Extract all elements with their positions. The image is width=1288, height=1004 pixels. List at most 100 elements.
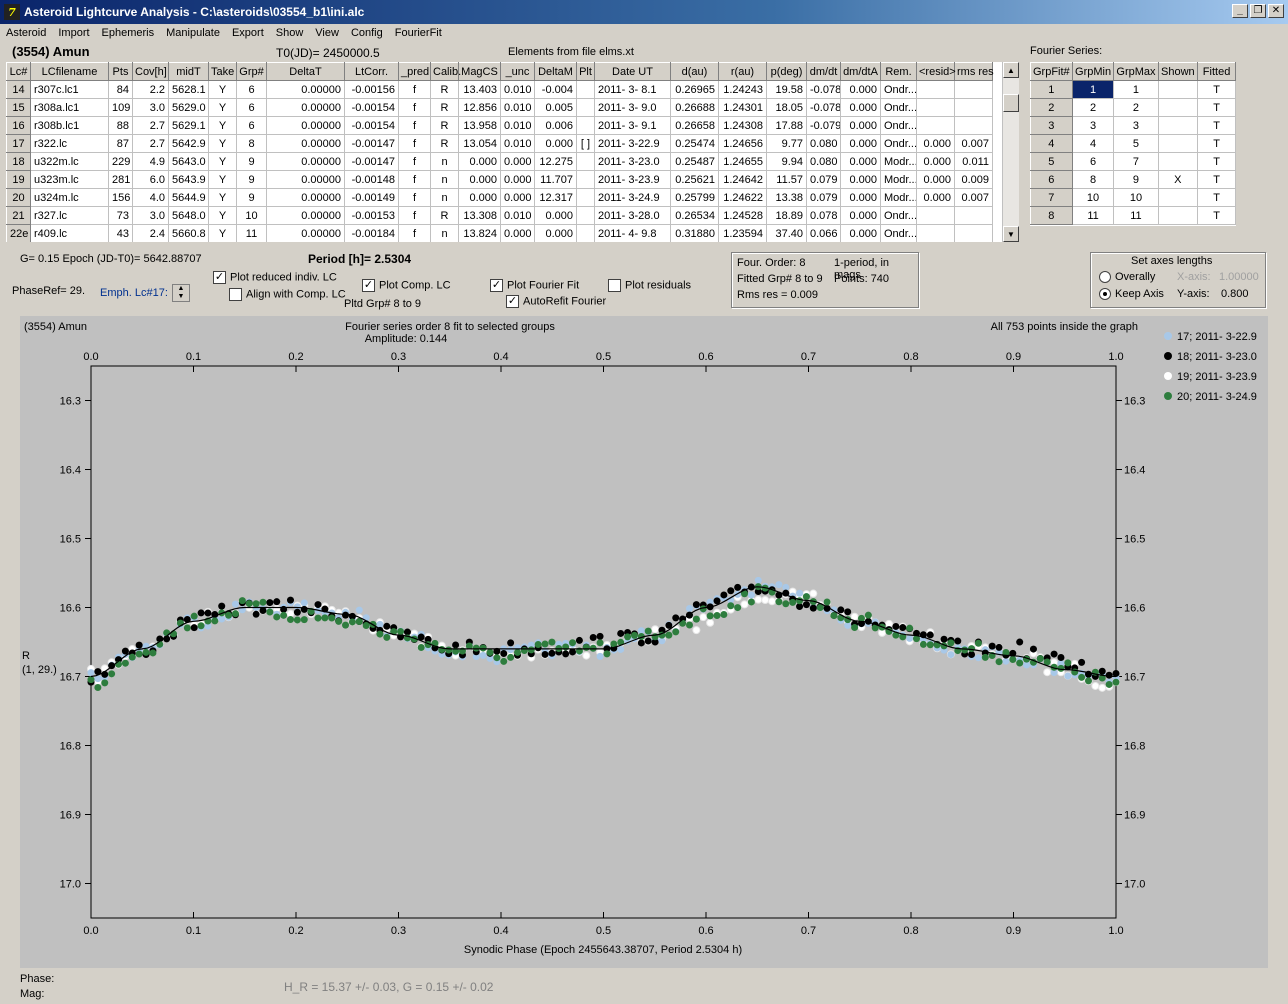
plot-residuals-checkbox[interactable]: Plot residuals — [608, 279, 691, 292]
lc-cell[interactable]: 5643.9 — [168, 170, 209, 189]
lc-col-header[interactable]: p(deg) — [766, 62, 807, 81]
lc-cell[interactable]: -0.00154 — [344, 116, 399, 135]
lc-cell[interactable]: 1.24622 — [718, 188, 767, 207]
lc-col-header[interactable]: Pts — [108, 62, 133, 81]
plot-fourier-checkbox[interactable]: ✓ Plot Fourier Fit — [490, 279, 579, 292]
lc-cell[interactable]: 5660.8 — [168, 224, 209, 242]
fourier-cell[interactable]: X — [1157, 170, 1199, 189]
restore-button[interactable]: ❐ — [1250, 4, 1266, 18]
lc-cell[interactable]: f — [398, 224, 431, 242]
fourier-col-header[interactable]: GrpMax — [1113, 62, 1159, 81]
fourier-col-header[interactable]: Fitted — [1197, 62, 1236, 81]
lc-cell[interactable]: n — [430, 170, 459, 189]
lc-cell[interactable]: 0.000 — [916, 134, 955, 153]
lc-cell[interactable]: 0.010 — [500, 206, 535, 225]
lc-cell[interactable]: 0.000 — [840, 188, 881, 207]
lc-cell[interactable]: 0.25621 — [670, 170, 719, 189]
lc-cell[interactable] — [916, 116, 955, 135]
lc-cell[interactable] — [576, 224, 595, 242]
fourier-row-header[interactable]: 6 — [1030, 170, 1073, 189]
y-axis-value[interactable]: 0.800 — [1221, 288, 1249, 300]
lc-cell[interactable]: Modr... — [880, 170, 917, 189]
lc-cell[interactable]: 2.2 — [132, 80, 169, 99]
lc-cell[interactable]: 0.25799 — [670, 188, 719, 207]
lc-cell[interactable]: 109 — [108, 98, 133, 117]
lc-cell[interactable]: f — [398, 188, 431, 207]
plot-panel[interactable]: (3554) Amun Fourier series order 8 fit t… — [20, 316, 1268, 968]
fourier-table-row[interactable]: 8 11 11 T — [1030, 206, 1236, 225]
lc-cell[interactable]: 0.006 — [534, 116, 577, 135]
lc-cell[interactable]: Y — [208, 224, 237, 242]
fourier-table-row[interactable]: 567 T — [1030, 152, 1236, 171]
lc-cell[interactable]: Y — [208, 116, 237, 135]
lc-cell[interactable]: 19.58 — [766, 80, 807, 99]
lc-cell[interactable]: 4.9 — [132, 152, 169, 171]
lc-cell[interactable]: 2011- 3- 8.1 — [594, 80, 671, 99]
lc-cell[interactable]: r307c.lc1 — [30, 80, 109, 99]
lc-cell[interactable]: 6 — [236, 80, 267, 99]
lc-cell[interactable]: 0.000 — [840, 206, 881, 225]
menu-export[interactable]: Export — [226, 27, 270, 39]
lc-cell[interactable] — [954, 116, 993, 135]
lc-cell[interactable]: 13.958 — [458, 116, 501, 135]
lc-col-header[interactable]: dm/dtA — [840, 62, 881, 81]
lc-cell[interactable] — [916, 206, 955, 225]
plot-reduced-checkbox[interactable]: ✓ Plot reduced indiv. LC — [213, 271, 337, 284]
lc-cell[interactable]: f — [398, 116, 431, 135]
lc-cell[interactable]: 0.000 — [840, 134, 881, 153]
lc-cell[interactable]: 73 — [108, 206, 133, 225]
lc-cell[interactable]: 88 — [108, 116, 133, 135]
lc-cell[interactable]: 0.000 — [500, 224, 535, 242]
menu-config[interactable]: Config — [345, 27, 389, 39]
lc-cell[interactable]: Y — [208, 134, 237, 153]
lc-cell[interactable]: 0.000 — [458, 152, 501, 171]
lc-cell[interactable]: 2011- 3-22.9 — [594, 134, 671, 153]
lc-cell[interactable]: -0.078 — [806, 80, 841, 99]
lc-cell[interactable]: 0.078 — [806, 206, 841, 225]
lc-table-row[interactable]: 19 u323m.lc 281 6.0 5643.9 Y 9 0.00000 -0.00148 f… — [6, 170, 993, 189]
fourier-cell[interactable]: T — [1197, 116, 1236, 135]
fourier-cell[interactable]: 2 — [1113, 98, 1159, 117]
lc-row-header[interactable]: 19 — [6, 170, 31, 189]
fourier-table-row[interactable]: 445T — [1030, 134, 1236, 153]
lc-cell[interactable]: 10 — [236, 206, 267, 225]
scroll-up-icon[interactable]: ▲ — [1003, 62, 1019, 78]
lc-cell[interactable]: 0.26965 — [670, 80, 719, 99]
lc-cell[interactable]: 0.000 — [840, 152, 881, 171]
lc-cell[interactable]: Ondr... — [880, 116, 917, 135]
lc-cell[interactable]: 0.26688 — [670, 98, 719, 117]
lc-cell[interactable]: 0.079 — [806, 170, 841, 189]
lc-cell[interactable]: 18.05 — [766, 98, 807, 117]
fourier-cell[interactable]: 10 — [1113, 188, 1159, 207]
lc-cell[interactable]: f — [398, 206, 431, 225]
lc-cell[interactable]: 0.00000 — [266, 188, 345, 207]
lc-cell[interactable]: Modr... — [880, 188, 917, 207]
lc-col-header[interactable]: Calib. — [430, 62, 461, 81]
lc-cell[interactable] — [576, 188, 595, 207]
lc-cell[interactable]: -0.078 — [806, 98, 841, 117]
fourier-cell[interactable]: T — [1197, 206, 1236, 225]
lc-cell[interactable]: 2.7 — [132, 134, 169, 153]
lc-cell[interactable]: 8 — [236, 134, 267, 153]
lc-cell[interactable]: f — [398, 80, 431, 99]
lc-cell[interactable]: 0.25487 — [670, 152, 719, 171]
lc-cell[interactable]: Y — [208, 206, 237, 225]
lc-col-header[interactable]: _unc — [500, 62, 535, 81]
lc-col-header[interactable]: LCfilename — [30, 62, 109, 81]
lc-cell[interactable]: 9 — [236, 152, 267, 171]
lc-row-header[interactable]: 21 — [6, 206, 31, 225]
lc-cell[interactable]: Y — [208, 152, 237, 171]
lc-cell[interactable]: 0.010 — [500, 80, 535, 99]
lc-table-row[interactable]: 16 r308b.lc1 88 2.7 5629.1 Y 6 0.00000 -0.00154 f… — [6, 116, 993, 135]
lc-cell[interactable]: n — [430, 152, 459, 171]
lc-cell[interactable]: r327.lc — [30, 206, 109, 225]
lc-cell[interactable]: f — [398, 134, 431, 153]
lc-cell[interactable] — [576, 206, 595, 225]
lc-cell[interactable]: -0.00148 — [344, 170, 399, 189]
fourier-cell[interactable]: 11 — [1113, 206, 1159, 225]
lc-cell[interactable]: r409.lc — [30, 224, 109, 242]
fourier-col-header[interactable]: Shown — [1157, 62, 1199, 81]
lc-cell[interactable]: 3.0 — [132, 98, 169, 117]
lc-cell[interactable] — [576, 116, 595, 135]
lc-cell[interactable]: 18.89 — [766, 206, 807, 225]
